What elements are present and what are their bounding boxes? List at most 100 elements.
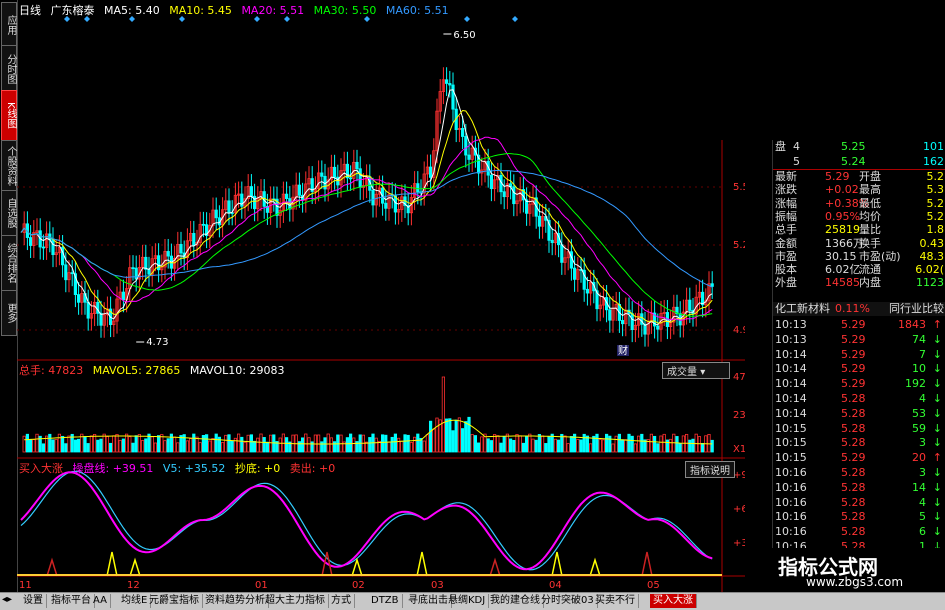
- sidebar-tab-6[interactable]: 更多: [1, 290, 17, 336]
- volume-bar: [118, 439, 122, 453]
- candle-body: [608, 309, 612, 321]
- tick-time: 10:16: [775, 510, 807, 524]
- bottom-tab-8[interactable]: DTZB: [368, 594, 403, 608]
- tick-volume: 14: [912, 480, 926, 494]
- chart-header: 日线 广东榕泰 MA5: 5.40 MA10: 5.45 MA20: 5.51 …: [19, 2, 455, 18]
- bottom-tab-6[interactable]: 超大主力指标: [262, 594, 329, 608]
- bottom-tab-5[interactable]: 资料趋势分析: [202, 594, 269, 608]
- tab-scroll-icon[interactable]: ◂▸: [2, 594, 12, 605]
- chevron-down-icon: ▾: [700, 367, 706, 378]
- bottom-tab-4[interactable]: 元爵宝指标: [146, 594, 203, 608]
- bottom-tab-0[interactable]: 设置: [20, 594, 47, 608]
- indicator-help-button[interactable]: 指标说明: [685, 461, 735, 478]
- candle-body: [131, 267, 135, 270]
- candle-body: [297, 184, 302, 196]
- industry-row[interactable]: 化工新材料 0.11% 同行业比较: [773, 302, 945, 316]
- volume-bar: [694, 433, 698, 453]
- bottom-tab-11[interactable]: 我的建仓线: [487, 594, 544, 608]
- volume-bar: [105, 436, 109, 453]
- tick-price: 5.28: [841, 392, 866, 405]
- volume-bar: [499, 442, 503, 453]
- buy-signal-triangle: [351, 557, 363, 577]
- candle-body: [99, 312, 103, 326]
- finance-mark: 财: [618, 344, 628, 357]
- tick-price: 5.28: [841, 510, 866, 524]
- sidebar-tab-0[interactable]: 应用: [1, 2, 17, 48]
- bottom-tab-1[interactable]: 指标平台: [48, 594, 95, 608]
- volume-bar: [422, 440, 426, 453]
- volume-bar: [57, 433, 62, 453]
- volume-bar: [678, 443, 682, 453]
- tick-volume: 1843: [898, 318, 926, 331]
- bottom-tab-14[interactable]: 买入大涨: [650, 594, 697, 608]
- bottom-tab-13[interactable]: 买卖不行: [592, 594, 639, 608]
- tick-time: 10:14: [775, 347, 807, 361]
- volume-bar: [249, 434, 253, 453]
- buy-signal-triangle: [106, 551, 118, 577]
- quote-label: 金额: [775, 236, 797, 250]
- volume-bar: [387, 441, 391, 453]
- volume-bar: [109, 442, 113, 453]
- order-book-row: 5 5.24 162: [773, 155, 945, 169]
- indicator-sell-value: 卖出: +0: [289, 462, 336, 475]
- tick-row: 10:14 5.28 53 ↓: [773, 407, 945, 422]
- volume-bar: [476, 442, 481, 453]
- volume-bar: [528, 433, 532, 453]
- quote-label-2: 内盘: [859, 276, 881, 290]
- quote-label-2: 换手: [859, 236, 881, 250]
- bottom-tab-12[interactable]: 分时突破03: [538, 594, 598, 608]
- volume-bar: [348, 433, 353, 453]
- candle-body: [464, 136, 468, 156]
- quote-label: 涨跌: [775, 183, 797, 197]
- sidebar-tab-4[interactable]: 自选股: [1, 190, 17, 236]
- sidebar-tab-1[interactable]: 分时图: [1, 45, 17, 93]
- volume-bar: [201, 435, 205, 453]
- kline-chart-svg[interactable]: 5.525.294.966.504.73财4736823684X10+93.01…: [17, 0, 745, 592]
- volume-bar: [352, 437, 356, 453]
- volume-bar: [707, 434, 711, 453]
- period-label[interactable]: 日线: [19, 4, 41, 17]
- tick-row: 10:15 5.28 59 ↓: [773, 422, 945, 437]
- bottom-tab-2[interactable]: AA: [90, 594, 111, 608]
- candle-body: [428, 166, 433, 178]
- quote-value-2: 5.3: [926, 183, 945, 197]
- candle-body: [621, 320, 625, 325]
- volume-bar: [48, 433, 52, 453]
- arrow-down-icon: ↓: [932, 362, 942, 376]
- volume-bar: [675, 436, 679, 453]
- tick-row: 10:15 5.28 3 ↓: [773, 436, 945, 451]
- volume-bar: [198, 442, 202, 453]
- buy-signal-triangle: [641, 551, 653, 577]
- sidebar-tab-5[interactable]: 综合排名: [1, 235, 17, 291]
- volume-bar: [531, 438, 535, 453]
- volume-bar: [310, 441, 314, 453]
- quote-label-2: 最低: [859, 196, 881, 210]
- volume-bar: [412, 436, 417, 453]
- chart-area[interactable]: 5.525.294.966.504.73财4736823684X10+93.01…: [17, 0, 745, 592]
- quote-label: 振幅: [775, 209, 797, 223]
- candle-body: [227, 200, 231, 214]
- quote-row: 振幅 0.95% 均价 5.2: [773, 210, 945, 224]
- price-axis-label: 4.96: [733, 325, 745, 336]
- tick-price: 5.28: [841, 466, 866, 479]
- candle-body: [444, 79, 449, 84]
- candle-body: [489, 174, 494, 190]
- sidebar-tab-3[interactable]: 个股资料: [1, 140, 17, 191]
- bottom-tab-7[interactable]: 方式: [328, 594, 355, 608]
- tick-price: 5.29: [841, 451, 866, 465]
- volume-bar: [541, 435, 545, 453]
- volume-bar: [598, 439, 602, 453]
- volume-bar: [435, 417, 439, 453]
- compare-button[interactable]: 同行业比较: [889, 302, 944, 316]
- tick-volume: 7: [919, 347, 926, 361]
- bottom-tab-10[interactable]: 悬绸KDJ: [445, 594, 490, 608]
- quote-label: 市盈: [775, 249, 797, 263]
- sidebar-tab-2[interactable]: K线图: [1, 90, 17, 141]
- tick-price: 5.29: [841, 318, 866, 331]
- candle-body: [249, 186, 253, 197]
- volume-bar: [553, 438, 558, 453]
- volume-bar: [393, 433, 398, 453]
- candle-body: [86, 301, 90, 319]
- indicator-selector[interactable]: 成交量 ▾: [662, 362, 730, 379]
- volume-bar: [589, 443, 593, 453]
